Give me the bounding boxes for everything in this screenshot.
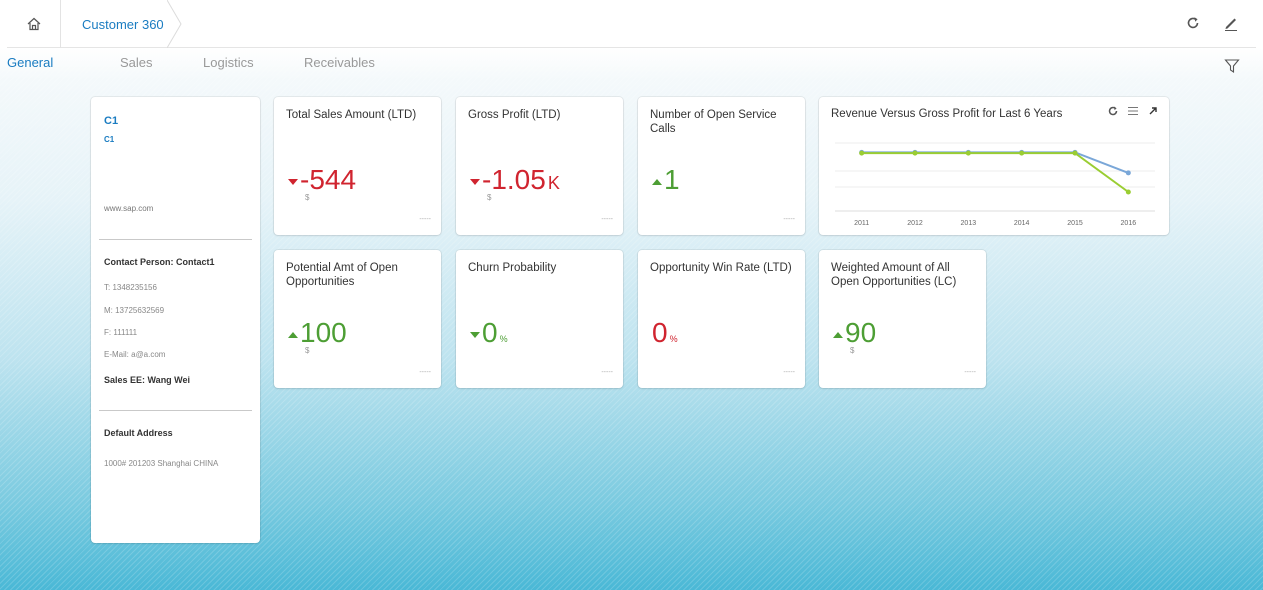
kpi-tile-weighted-amount[interactable]: Weighted Amount of All Open Opportunitie…	[819, 250, 986, 388]
chart-point	[859, 150, 865, 156]
chart-x-tick-label: 2012	[907, 220, 923, 227]
trend-up-icon	[288, 332, 298, 338]
edit-button[interactable]	[1222, 14, 1240, 32]
sales-employee: Sales EE: Wang Wei	[104, 375, 191, 385]
chart-point	[912, 150, 918, 156]
chart-x-tick-label: 2013	[961, 220, 977, 227]
kpi-currency: $	[487, 193, 492, 202]
kpi-title: Potential Amt of Open Opportunities	[286, 262, 398, 288]
expand-icon	[1149, 107, 1157, 115]
chart-x-tick-label: 2014	[1014, 220, 1030, 227]
refresh-icon	[1108, 106, 1118, 116]
filter-button[interactable]	[1224, 58, 1240, 74]
contact-email[interactable]: E-Mail: a@a.com	[104, 350, 165, 359]
kpi-tile-opportunity-win-rate[interactable]: Opportunity Win Rate (LTD) 0 % -----	[638, 250, 805, 388]
refresh-button[interactable]	[1184, 14, 1202, 32]
home-icon	[27, 17, 40, 31]
kpi-value: 1	[664, 164, 680, 195]
kpi-value: 0	[482, 317, 498, 348]
kpi-title: Number of Open Service Calls	[650, 109, 777, 135]
chart-list-button[interactable]	[1127, 104, 1139, 116]
kpi-title: Opportunity Win Rate (LTD)	[650, 262, 792, 274]
trend-up-icon	[833, 332, 843, 338]
contact-person: Contact Person: Contact1	[104, 257, 215, 267]
shell-header: Customer 360	[7, 0, 1256, 48]
address-heading: Default Address	[104, 428, 173, 438]
kpi-title: Weighted Amount of All Open Opportunitie…	[831, 262, 957, 288]
customer-profile-card: C1 C1 www.sap.com Contact Person: Contac…	[91, 97, 260, 543]
kpi-currency: $	[305, 346, 310, 355]
kpi-footer: -----	[419, 369, 431, 376]
divider	[99, 410, 252, 411]
trend-down-icon	[470, 179, 480, 185]
customer-id[interactable]: C1	[104, 135, 114, 144]
list-icon	[1128, 107, 1138, 115]
default-address: 1000# 201203 Shanghai CHINA	[104, 459, 219, 468]
chart-title: Revenue Versus Gross Profit for Last 6 Y…	[831, 108, 1063, 120]
kpi-footer: -----	[964, 369, 976, 376]
chart-point	[1125, 189, 1131, 195]
chart-point	[1019, 150, 1025, 156]
trend-down-icon	[288, 179, 298, 185]
breadcrumb-separator	[167, 0, 182, 48]
kpi-tile-total-sales[interactable]: Total Sales Amount (LTD) -544 $ -----	[274, 97, 441, 235]
filter-icon	[1224, 59, 1240, 74]
customer-name[interactable]: C1	[104, 115, 118, 127]
contact-telephone[interactable]: T: 1348235156	[104, 283, 157, 292]
kpi-value: -1.05	[482, 164, 546, 195]
home-button[interactable]	[7, 0, 61, 48]
tab-receivables[interactable]: Receivables	[304, 55, 375, 70]
chart-point	[1072, 150, 1078, 156]
chart-refresh-button[interactable]	[1107, 104, 1119, 116]
kpi-currency: $	[305, 193, 310, 202]
edit-icon	[1225, 18, 1237, 31]
chart-point	[965, 150, 971, 156]
trend-up-icon	[652, 179, 662, 185]
chart-card-revenue-vs-profit[interactable]: Revenue Versus Gross Profit for Last 6 Y…	[819, 97, 1169, 235]
line-chart: 2011 2012 2013 2014 2015 2016	[835, 142, 1155, 227]
tab-logistics[interactable]: Logistics	[203, 55, 254, 70]
kpi-currency: $	[850, 346, 855, 355]
kpi-unit: %	[499, 334, 508, 344]
chart-x-tick-label: 2016	[1121, 220, 1137, 227]
tab-general[interactable]: General	[7, 55, 53, 70]
kpi-footer: -----	[783, 369, 795, 376]
chart-x-tick-label: 2015	[1067, 220, 1083, 227]
chart-expand-button[interactable]	[1147, 104, 1159, 116]
kpi-title: Gross Profit (LTD)	[468, 109, 561, 121]
tab-bar: General Sales Logistics Receivables	[7, 55, 1256, 81]
kpi-value: 100	[300, 317, 347, 348]
kpi-value: -544	[300, 164, 357, 195]
kpi-tile-churn-probability[interactable]: Churn Probability 0 % -----	[456, 250, 623, 388]
kpi-value: 90	[845, 317, 877, 348]
kpi-value: 0	[652, 317, 668, 348]
kpi-tile-potential-amount[interactable]: Potential Amt of Open Opportunities 100 …	[274, 250, 441, 388]
kpi-title: Total Sales Amount (LTD)	[286, 109, 417, 121]
contact-fax: F: 111111	[104, 328, 138, 337]
divider	[99, 239, 252, 240]
kpi-tile-gross-profit[interactable]: Gross Profit (LTD) -1.05 K $ -----	[456, 97, 623, 235]
kpi-footer: -----	[601, 369, 613, 376]
kpi-unit: %	[669, 334, 678, 344]
customer-website[interactable]: www.sap.com	[104, 204, 153, 213]
contact-mobile[interactable]: M: 13725632569	[104, 306, 164, 315]
trend-down-icon	[470, 332, 480, 338]
kpi-footer: -----	[601, 216, 613, 223]
kpi-title: Churn Probability	[468, 262, 557, 274]
chart-series-line-2	[861, 152, 1129, 193]
kpi-footer: -----	[783, 216, 795, 223]
tab-sales[interactable]: Sales	[120, 55, 153, 70]
refresh-icon	[1187, 17, 1199, 29]
chart-x-tick-label: 2011	[854, 220, 869, 227]
kpi-tile-open-service-calls[interactable]: Number of Open Service Calls 1 -----	[638, 97, 805, 235]
kpi-unit: K	[547, 173, 560, 193]
kpi-footer: -----	[419, 216, 431, 223]
chart-point	[1125, 170, 1131, 176]
